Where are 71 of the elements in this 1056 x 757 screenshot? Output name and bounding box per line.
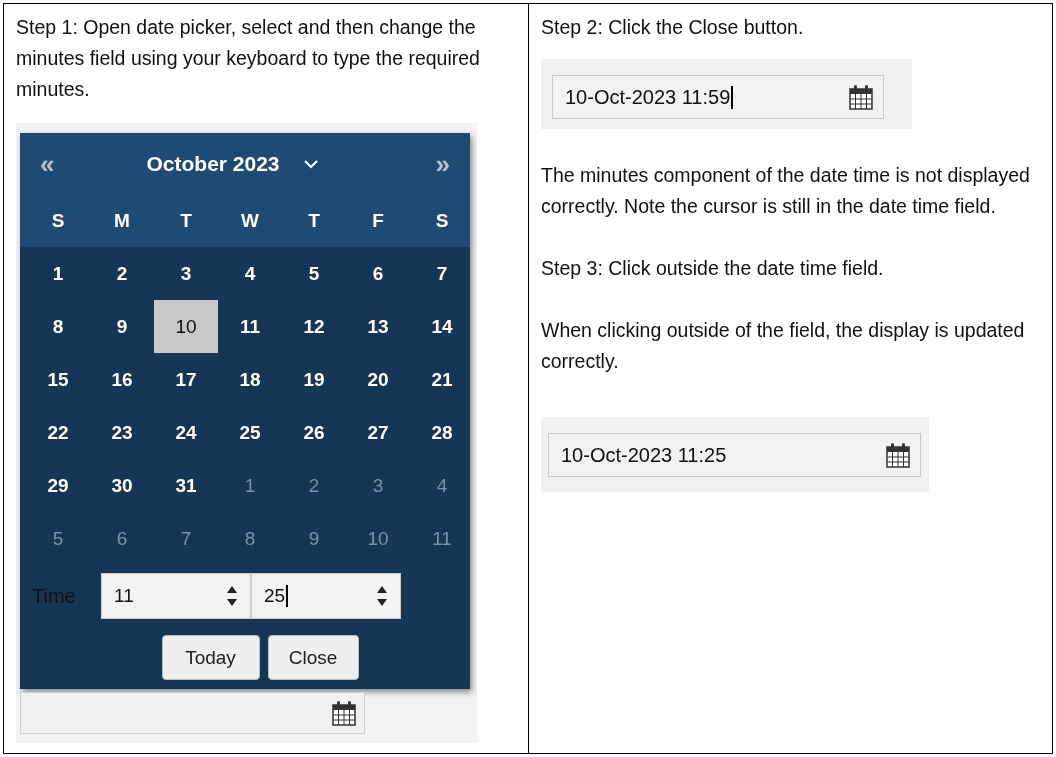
- weekday-label: S: [50, 210, 66, 232]
- calendar-day[interactable]: 29: [26, 459, 90, 512]
- calendar-day[interactable]: 12: [282, 300, 346, 353]
- weekday-label: M: [113, 210, 131, 232]
- calendar-day[interactable]: 26: [282, 406, 346, 459]
- step-instruction: Step 1: Open date picker, select and then change the minutes field using your keyboard to type the required minutes.: [16, 15, 481, 102]
- calendar-day[interactable]: 18: [218, 353, 282, 406]
- calendar-day[interactable]: 14: [410, 300, 474, 353]
- calendar-day[interactable]: 1: [26, 247, 90, 300]
- calendar-day[interactable]: 4: [410, 459, 474, 512]
- calendar-day[interactable]: 5: [26, 512, 90, 565]
- calendar-day[interactable]: 1: [218, 459, 282, 512]
- close-button[interactable]: Close: [267, 635, 359, 680]
- calendar-day[interactable]: 20: [346, 353, 410, 406]
- calendar-day[interactable]: 7: [410, 247, 474, 300]
- calendar-day[interactable]: 19: [282, 353, 346, 406]
- chevron-down-icon[interactable]: [303, 159, 318, 169]
- calendar-day[interactable]: 11: [218, 300, 282, 353]
- spinner-icon[interactable]: [226, 585, 238, 607]
- calendar-day[interactable]: 6: [90, 512, 154, 565]
- spinner-icon[interactable]: [376, 585, 388, 607]
- calendar-day[interactable]: 25: [218, 406, 282, 459]
- calendar-icon[interactable]: [849, 84, 873, 110]
- calendar-day[interactable]: 31: [154, 459, 218, 512]
- step-instruction: Step 3: Click outside the date time field.: [541, 256, 885, 281]
- time-label: Time: [32, 584, 77, 608]
- calendar-day[interactable]: 4: [218, 247, 282, 300]
- weekday-label: F: [371, 210, 385, 232]
- weekday-label: T: [307, 210, 321, 232]
- calendar-day[interactable]: 2: [282, 459, 346, 512]
- date-time-field[interactable]: 10-Oct-2023 11:59: [552, 75, 884, 119]
- calendar-day[interactable]: 3: [346, 459, 410, 512]
- calendar-day[interactable]: 28: [410, 406, 474, 459]
- date-time-field[interactable]: [20, 692, 365, 734]
- calendar-day[interactable]: 8: [26, 300, 90, 353]
- month-title[interactable]: October 2023: [146, 152, 280, 176]
- calendar-icon[interactable]: [332, 700, 356, 726]
- calendar-day[interactable]: 9: [282, 512, 346, 565]
- hours-input[interactable]: 11: [101, 573, 251, 619]
- calendar-day[interactable]: 23: [90, 406, 154, 459]
- calendar-day[interactable]: 17: [154, 353, 218, 406]
- note-text: The minutes component of the date time is not displayed correctly. Note the cursor is still in the date time field.: [541, 163, 1031, 219]
- calendar-day[interactable]: 6: [346, 247, 410, 300]
- calendar-day[interactable]: 11: [410, 512, 474, 565]
- weekday-label: S: [434, 210, 450, 232]
- note-text: When clicking outside of the field, the display is updated correctly.: [541, 318, 1026, 374]
- calendar-day[interactable]: 10: [154, 300, 218, 353]
- calendar-day[interactable]: 21: [410, 353, 474, 406]
- calendar-day[interactable]: 22: [26, 406, 90, 459]
- weekday-label: W: [240, 210, 260, 232]
- calendar-day[interactable]: 10: [346, 512, 410, 565]
- step-instruction: Step 2: Click the Close button.: [541, 15, 805, 40]
- date-time-field[interactable]: 10-Oct-2023 11:25: [548, 433, 921, 477]
- previous-month-button[interactable]: «: [40, 148, 55, 180]
- calendar-day[interactable]: 9: [90, 300, 154, 353]
- calendar-day[interactable]: 3: [154, 247, 218, 300]
- calendar-day[interactable]: 30: [90, 459, 154, 512]
- calendar-day[interactable]: 15: [26, 353, 90, 406]
- calendar-day[interactable]: 16: [90, 353, 154, 406]
- calendar-day[interactable]: 8: [218, 512, 282, 565]
- calendar-day[interactable]: 2: [90, 247, 154, 300]
- calendar-day[interactable]: 27: [346, 406, 410, 459]
- minutes-input[interactable]: 25: [251, 573, 401, 619]
- calendar-day[interactable]: 7: [154, 512, 218, 565]
- calendar-day[interactable]: 5: [282, 247, 346, 300]
- today-button[interactable]: Today: [161, 635, 260, 680]
- calendar-day[interactable]: 24: [154, 406, 218, 459]
- next-month-button[interactable]: »: [435, 148, 450, 180]
- weekday-label: T: [179, 210, 193, 232]
- calendar-day[interactable]: 13: [346, 300, 410, 353]
- calendar-icon[interactable]: [886, 442, 910, 468]
